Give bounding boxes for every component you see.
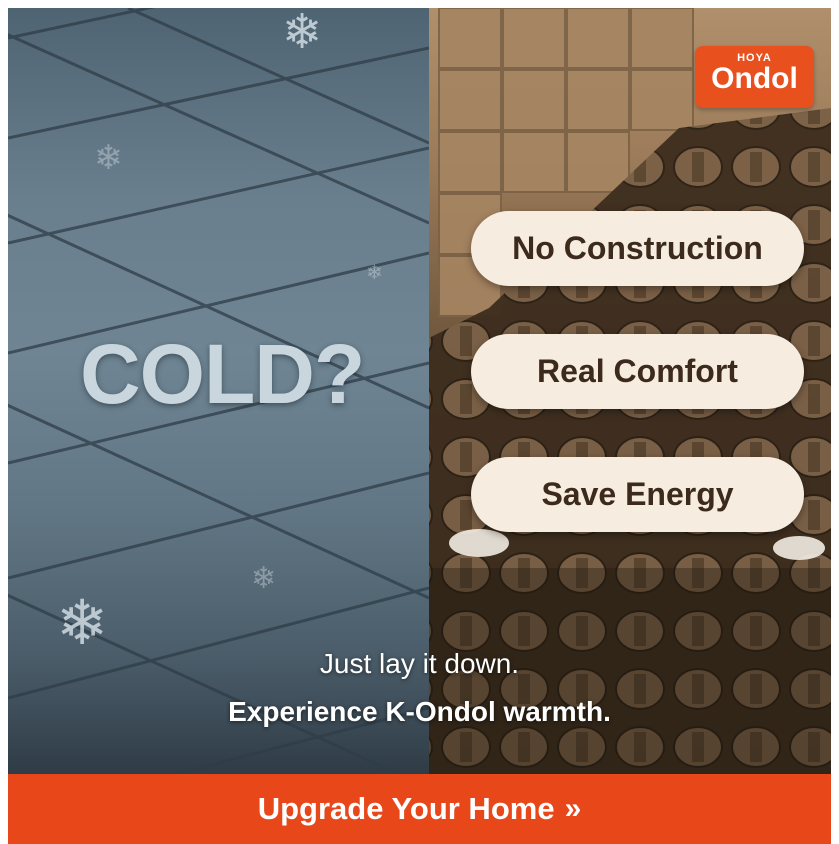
snowflake-icon: ❄ <box>366 262 383 284</box>
feature-pill-no-construction: No Construction <box>471 211 804 286</box>
logo-brand-big: Ondol <box>711 62 798 95</box>
upgrade-home-button[interactable]: Upgrade Your Home » <box>8 774 831 844</box>
snowflake-icon: ❄ <box>94 139 123 177</box>
snowflake-icon: ❄ <box>282 8 323 59</box>
feature-pill-real-comfort: Real Comfort <box>471 334 804 409</box>
feature-pill-save-energy: Save Energy <box>471 457 804 532</box>
cold-headline: COLD? <box>80 327 365 421</box>
hoya-ondol-logo: HOYA Ondol <box>695 46 814 108</box>
cta-label: Upgrade Your Home <box>257 791 555 826</box>
tagline-line-2: Experience K-Ondol warmth. <box>228 696 611 727</box>
tagline-line-1: Just lay it down. <box>319 648 520 679</box>
snowflake-icon: ❄ <box>251 562 277 595</box>
double-chevron-right-icon: » <box>564 792 582 825</box>
ad-banner[interactable]: ❄ ❄ ❄ ❄ ❄ COLD? HOYA Ondol No Constructi… <box>8 8 831 844</box>
